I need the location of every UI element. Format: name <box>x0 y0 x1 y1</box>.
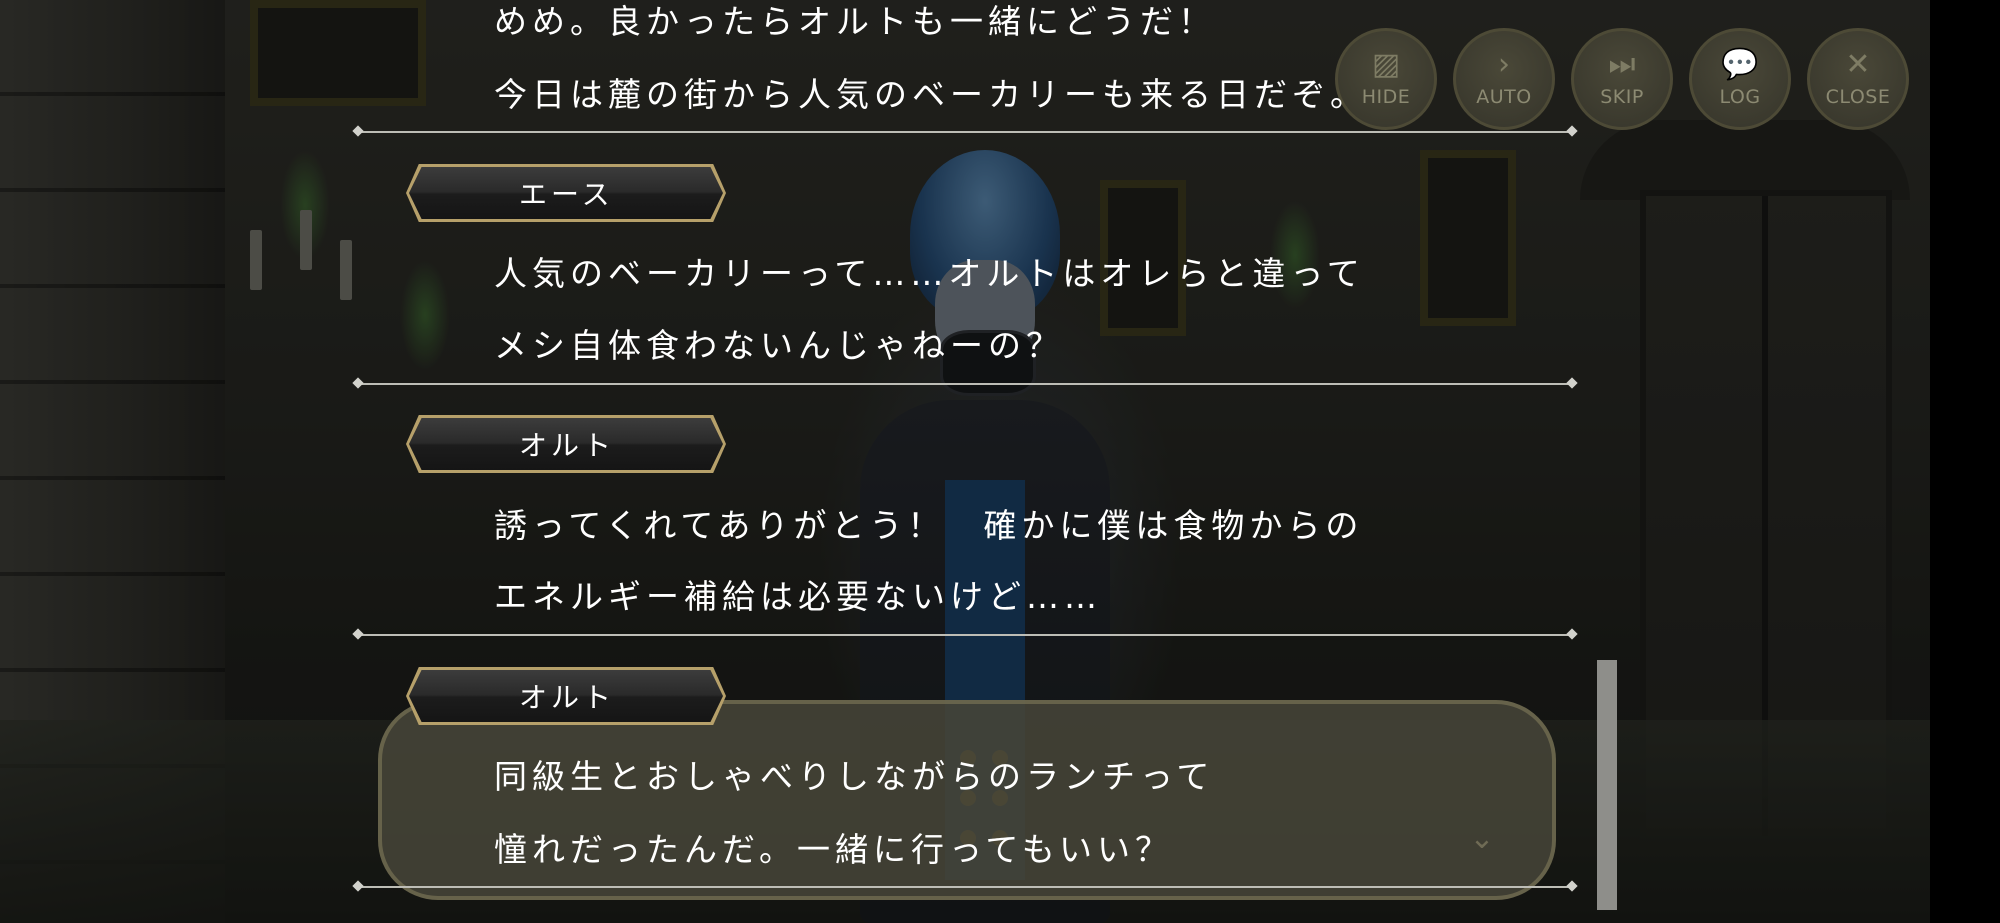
log-divider <box>358 131 1572 133</box>
skip-icon: ⏭ <box>1608 47 1636 82</box>
speaker-name: オルト <box>409 418 723 470</box>
log-text-line: めめ。良かったらオルトも一緒にどうだ！ <box>494 2 1216 41</box>
log-text-line: 今日は麓の街から人気のベーカリーも来る日だぞ。 <box>494 75 1368 114</box>
auto-button[interactable]: › AUTO <box>1453 28 1555 130</box>
speaker-name: エース <box>409 167 723 219</box>
skip-label: SKIP <box>1600 86 1644 108</box>
log-divider <box>358 634 1572 636</box>
log-text-line: メシ自体食わないんじゃねーの？ <box>494 326 1064 365</box>
close-button[interactable]: ✕ CLOSE <box>1807 28 1909 130</box>
speaker-nameplate: エース <box>406 164 726 222</box>
close-label: CLOSE <box>1825 86 1891 108</box>
log-divider <box>358 886 1572 888</box>
log-label: LOG <box>1719 86 1761 108</box>
log-text-line: 同級生とおしゃべりしながらのランチって <box>494 757 1215 796</box>
speaker-nameplate: オルト <box>406 415 726 473</box>
log-divider <box>358 383 1572 385</box>
speaker-name: オルト <box>409 670 723 722</box>
chevron-down-icon: ⌄ <box>1469 821 1495 856</box>
log-button[interactable]: 💬 LOG <box>1689 28 1791 130</box>
skip-button[interactable]: ⏭ SKIP <box>1571 28 1673 130</box>
log-text-line: 憧れだったんだ。一緒に行ってもいい？ <box>494 830 1174 869</box>
auto-label: AUTO <box>1476 86 1532 108</box>
hide-label: HIDE <box>1361 86 1411 108</box>
hide-icon: ▨ <box>1371 47 1401 82</box>
log-text-line: 誘ってくれてありがとう！ 確かに僕は食物からの <box>494 506 1364 545</box>
log-text-line: 人気のベーカリーって……オルトはオレらと違って <box>494 254 1365 293</box>
log-text-line: エネルギー補給は必要ないけど…… <box>494 577 1102 616</box>
log-icon: 💬 <box>1721 47 1759 82</box>
right-letterbox <box>1930 0 2000 923</box>
close-icon: ✕ <box>1845 47 1871 82</box>
current-message-box <box>378 700 1556 900</box>
auto-play-icon: › <box>1498 47 1510 82</box>
speaker-nameplate: オルト <box>406 667 726 725</box>
control-bar: ▨ HIDE › AUTO ⏭ SKIP 💬 LOG ✕ CLOSE <box>1335 28 1910 130</box>
log-scrollbar[interactable] <box>1597 660 1617 910</box>
